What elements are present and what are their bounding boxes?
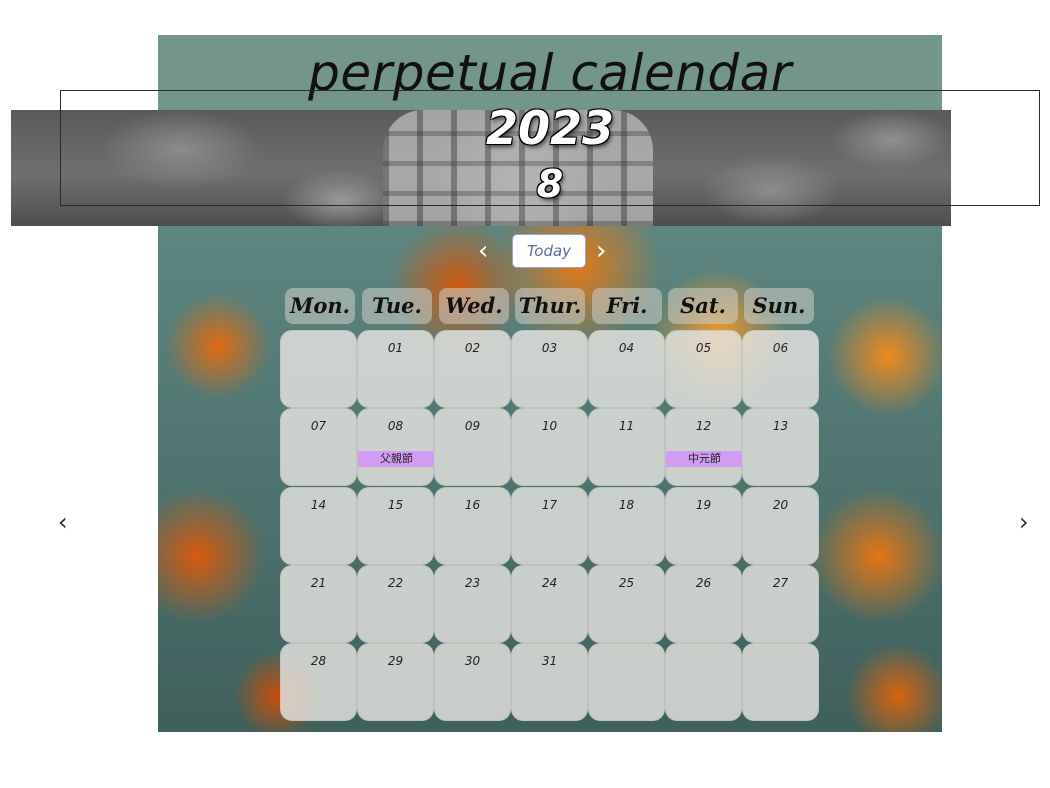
weekday-tue: Tue. — [362, 288, 432, 324]
day-cell[interactable]: 26 — [665, 565, 742, 643]
day-cell[interactable]: 05 — [665, 330, 742, 408]
day-number: 16 — [464, 498, 481, 512]
day-number: 04 — [618, 341, 635, 355]
day-number: 24 — [541, 576, 558, 590]
weekday-sat: Sat. — [668, 288, 738, 324]
month-display: 8 — [536, 162, 564, 206]
weekday-mon: Mon. — [285, 288, 355, 324]
day-cell[interactable]: 09 — [434, 408, 511, 486]
day-cell[interactable]: 22 — [357, 565, 434, 643]
day-number: 25 — [618, 576, 635, 590]
day-number: 20 — [772, 498, 789, 512]
day-number: 02 — [464, 341, 481, 355]
day-number: 22 — [387, 576, 404, 590]
day-cell[interactable]: 28 — [280, 643, 357, 721]
day-number: 08 — [387, 419, 404, 433]
day-number: 26 — [695, 576, 712, 590]
day-number: 30 — [464, 654, 481, 668]
day-number: 14 — [310, 498, 327, 512]
day-cell[interactable]: 20 — [742, 487, 819, 565]
weekday-wed: Wed. — [439, 288, 509, 324]
day-cell[interactable]: 01 — [357, 330, 434, 408]
day-number: 23 — [464, 576, 481, 590]
day-cell[interactable] — [588, 643, 665, 721]
day-cell[interactable]: 03 — [511, 330, 588, 408]
day-cell[interactable]: 10 — [511, 408, 588, 486]
day-number: 18 — [618, 498, 635, 512]
day-number: 28 — [310, 654, 327, 668]
day-cell[interactable]: 21 — [280, 565, 357, 643]
day-number: 05 — [695, 341, 712, 355]
day-number: 07 — [310, 419, 327, 433]
weekday-thu: Thur. — [515, 288, 585, 324]
day-cell[interactable]: 24 — [511, 565, 588, 643]
year-display: 2023 — [485, 101, 615, 155]
day-number: 19 — [695, 498, 712, 512]
day-cell[interactable]: 30 — [434, 643, 511, 721]
day-cell[interactable]: 06 — [742, 330, 819, 408]
day-number: 09 — [464, 419, 481, 433]
day-cell[interactable]: 27 — [742, 565, 819, 643]
day-cell[interactable]: 25 — [588, 565, 665, 643]
day-cell[interactable]: 19 — [665, 487, 742, 565]
day-cell[interactable]: 12 中元節 — [665, 408, 743, 486]
day-number: 21 — [310, 576, 327, 590]
day-cell[interactable]: 29 — [357, 643, 434, 721]
day-cell[interactable]: 17 — [511, 487, 588, 565]
day-cell[interactable]: 13 — [742, 408, 819, 486]
carousel-prev-icon[interactable]: ‹ — [58, 510, 68, 534]
day-cell[interactable]: 31 — [511, 643, 588, 721]
prev-month-arrow-icon[interactable]: ‹ — [478, 238, 488, 264]
day-number: 12 — [695, 419, 712, 433]
event-ghost-festival[interactable]: 中元節 — [666, 451, 743, 467]
day-number: 29 — [387, 654, 404, 668]
weekday-sun: Sun. — [744, 288, 814, 324]
day-number: 03 — [541, 341, 558, 355]
carousel-next-icon[interactable]: › — [1019, 510, 1029, 534]
weekday-fri: Fri. — [592, 288, 662, 324]
day-number: 15 — [387, 498, 404, 512]
day-cell[interactable]: 15 — [357, 487, 434, 565]
day-number: 31 — [541, 654, 558, 668]
day-cell[interactable]: 14 — [280, 487, 357, 565]
day-cell[interactable]: 07 — [280, 408, 357, 486]
day-number: 01 — [387, 341, 404, 355]
today-button[interactable]: Today — [512, 234, 586, 268]
day-cell[interactable]: 16 — [434, 487, 511, 565]
day-number: 11 — [618, 419, 635, 433]
day-cell[interactable]: 02 — [434, 330, 511, 408]
day-cell[interactable] — [665, 643, 742, 721]
day-cell[interactable]: 11 — [588, 408, 665, 486]
day-cell[interactable] — [280, 330, 357, 408]
day-number: 10 — [541, 419, 558, 433]
day-number: 17 — [541, 498, 558, 512]
day-cell[interactable]: 04 — [588, 330, 665, 408]
event-fathers-day[interactable]: 父親節 — [358, 451, 435, 467]
day-number: 27 — [772, 576, 789, 590]
day-cell[interactable]: 08 父親節 — [357, 408, 435, 486]
day-cell[interactable]: 23 — [434, 565, 511, 643]
day-cell[interactable]: 18 — [588, 487, 665, 565]
next-month-arrow-icon[interactable]: › — [596, 238, 606, 264]
day-number: 13 — [772, 419, 789, 433]
day-number: 06 — [772, 341, 789, 355]
day-cell[interactable] — [742, 643, 819, 721]
